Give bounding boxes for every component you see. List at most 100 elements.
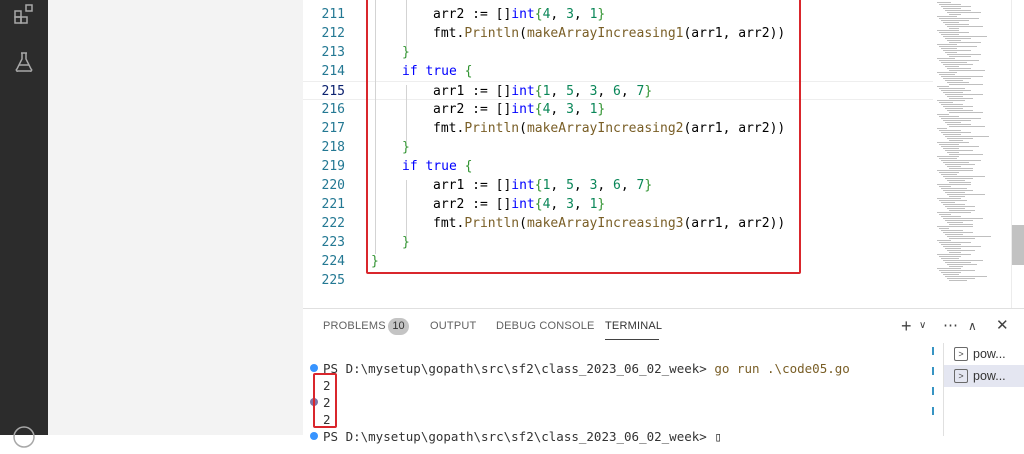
command-status-dot[interactable] xyxy=(310,398,318,406)
code-line[interactable]: 224} xyxy=(303,252,933,271)
code-token: makeArrayIncreasing1 xyxy=(526,26,684,41)
minimap-line xyxy=(943,8,961,9)
minimap-line xyxy=(947,110,973,111)
code-text: if true { xyxy=(402,157,472,176)
minimap-line xyxy=(937,170,973,171)
minimap-line xyxy=(941,6,971,7)
minimap-line xyxy=(943,176,985,177)
code-editor[interactable]: 211 arr2 := []int{4, 3, 1} 212 fmt.Println(… xyxy=(303,0,1024,308)
tab-debug-console[interactable]: DEBUG CONSOLE xyxy=(496,320,595,332)
code-line[interactable]: 212 fmt.Println(makeArrayIncreasing1(arr1… xyxy=(303,24,933,43)
code-line[interactable]: 220 arr1 := []int{1, 5, 3, 6, 7} xyxy=(303,176,933,195)
command-status-dot[interactable] xyxy=(310,432,318,440)
code-line[interactable]: 211 arr2 := []int{4, 3, 1} xyxy=(303,5,933,24)
command-status-dot[interactable] xyxy=(310,364,318,372)
minimap-line xyxy=(945,122,961,123)
code-token: Println xyxy=(464,26,520,41)
line-number: 221 xyxy=(321,197,345,212)
plus-icon[interactable]: + xyxy=(901,316,912,336)
code-token: , xyxy=(550,102,567,117)
minimap-line xyxy=(943,232,973,233)
minimap-line xyxy=(945,192,965,193)
line-number: 217 xyxy=(321,121,345,136)
code-token: 5 xyxy=(566,178,574,193)
minimap-line xyxy=(949,140,963,141)
minimap-line xyxy=(937,114,949,115)
minimap-line xyxy=(945,220,973,221)
minimap-line xyxy=(947,96,963,97)
minimap-line xyxy=(947,250,975,251)
minimap-line xyxy=(945,276,987,277)
scroll-marker xyxy=(932,387,934,395)
code-line[interactable]: 218} xyxy=(303,138,933,157)
minimap-line xyxy=(949,42,981,43)
minimap-line xyxy=(947,68,971,69)
minimap-line xyxy=(945,38,971,39)
minimap-line xyxy=(949,182,971,183)
tab-problems[interactable]: PROBLEMS xyxy=(323,320,386,332)
code-token: arr1 := [] xyxy=(433,84,512,99)
code-token: ( xyxy=(519,26,527,41)
code-token: } xyxy=(371,254,379,269)
minimap-line xyxy=(947,152,959,153)
minimap-line xyxy=(937,198,961,199)
problems-count-badge: 10 xyxy=(388,318,409,335)
minimap-line xyxy=(937,268,961,269)
minimap-line xyxy=(937,100,965,101)
minimap-line xyxy=(943,36,987,37)
code-token: ( xyxy=(519,216,527,231)
chevron-up-icon[interactable]: ∧ xyxy=(968,316,977,336)
code-line[interactable]: 214 if true { xyxy=(303,62,933,81)
minimap-line xyxy=(939,158,957,159)
terminal-list-item[interactable]: > pow... xyxy=(944,343,1024,365)
minimap-line xyxy=(947,264,977,265)
code-line[interactable]: 219 if true { xyxy=(303,157,933,176)
code-token: { xyxy=(534,7,543,22)
code-line[interactable]: 213} xyxy=(303,43,933,62)
code-token: arr1 := [] xyxy=(433,178,512,193)
minimap-line xyxy=(947,194,985,195)
code-line[interactable]: 225 xyxy=(303,271,933,290)
code-line[interactable]: 217 fmt.Println(makeArrayIncreasing2(arr1… xyxy=(303,119,933,138)
code-line[interactable]: 221 arr2 := []int{4, 3, 1} xyxy=(303,195,933,214)
minimap-line xyxy=(945,248,961,249)
code-line[interactable]: 216 arr2 := []int{4, 3, 1} xyxy=(303,100,933,119)
tab-terminal[interactable]: TERMINAL xyxy=(605,320,662,332)
code-line[interactable]: 223} xyxy=(303,233,933,252)
extensions-icon[interactable] xyxy=(12,2,36,26)
code-token: { xyxy=(534,197,543,212)
editor-scrollbar-thumb[interactable] xyxy=(1012,225,1024,265)
minimap-line xyxy=(939,4,961,5)
code-line[interactable]: 215 arr1 := []int{1, 5, 3, 6, 7} xyxy=(303,81,933,100)
minimap[interactable] xyxy=(933,0,993,308)
minimap-line xyxy=(949,238,975,239)
minimap-line xyxy=(947,138,973,139)
minimap-line xyxy=(937,16,957,17)
minimap-line xyxy=(939,116,959,117)
minimap-line xyxy=(937,156,959,157)
close-icon[interactable]: ✕ xyxy=(996,316,1009,336)
minimap-line xyxy=(947,236,991,237)
code-token: true xyxy=(425,64,457,79)
testing-flask-icon[interactable] xyxy=(12,50,36,74)
account-icon[interactable] xyxy=(12,425,36,449)
minimap-line xyxy=(943,204,965,205)
chevron-down-icon[interactable]: ∨ xyxy=(919,316,926,336)
minimap-line xyxy=(945,52,957,53)
minimap-line xyxy=(943,274,959,275)
minimap-line xyxy=(943,246,981,247)
minimap-line xyxy=(937,142,969,143)
code-token: arr2 := [] xyxy=(433,7,512,22)
minimap-line xyxy=(945,94,983,95)
minimap-line xyxy=(941,132,971,133)
minimap-line xyxy=(937,212,971,213)
minimap-line xyxy=(947,12,981,13)
tab-output[interactable]: OUTPUT xyxy=(430,320,476,332)
code-line[interactable]: 222 fmt.Println(makeArrayIncreasing3(arr1… xyxy=(303,214,933,233)
minimap-line xyxy=(941,90,971,91)
code-token: , xyxy=(573,197,590,212)
terminal-list-item[interactable]: > pow... xyxy=(944,365,1024,387)
editor-scrollbar[interactable] xyxy=(1011,0,1024,308)
ellipsis-icon[interactable]: ⋯ xyxy=(943,316,958,336)
